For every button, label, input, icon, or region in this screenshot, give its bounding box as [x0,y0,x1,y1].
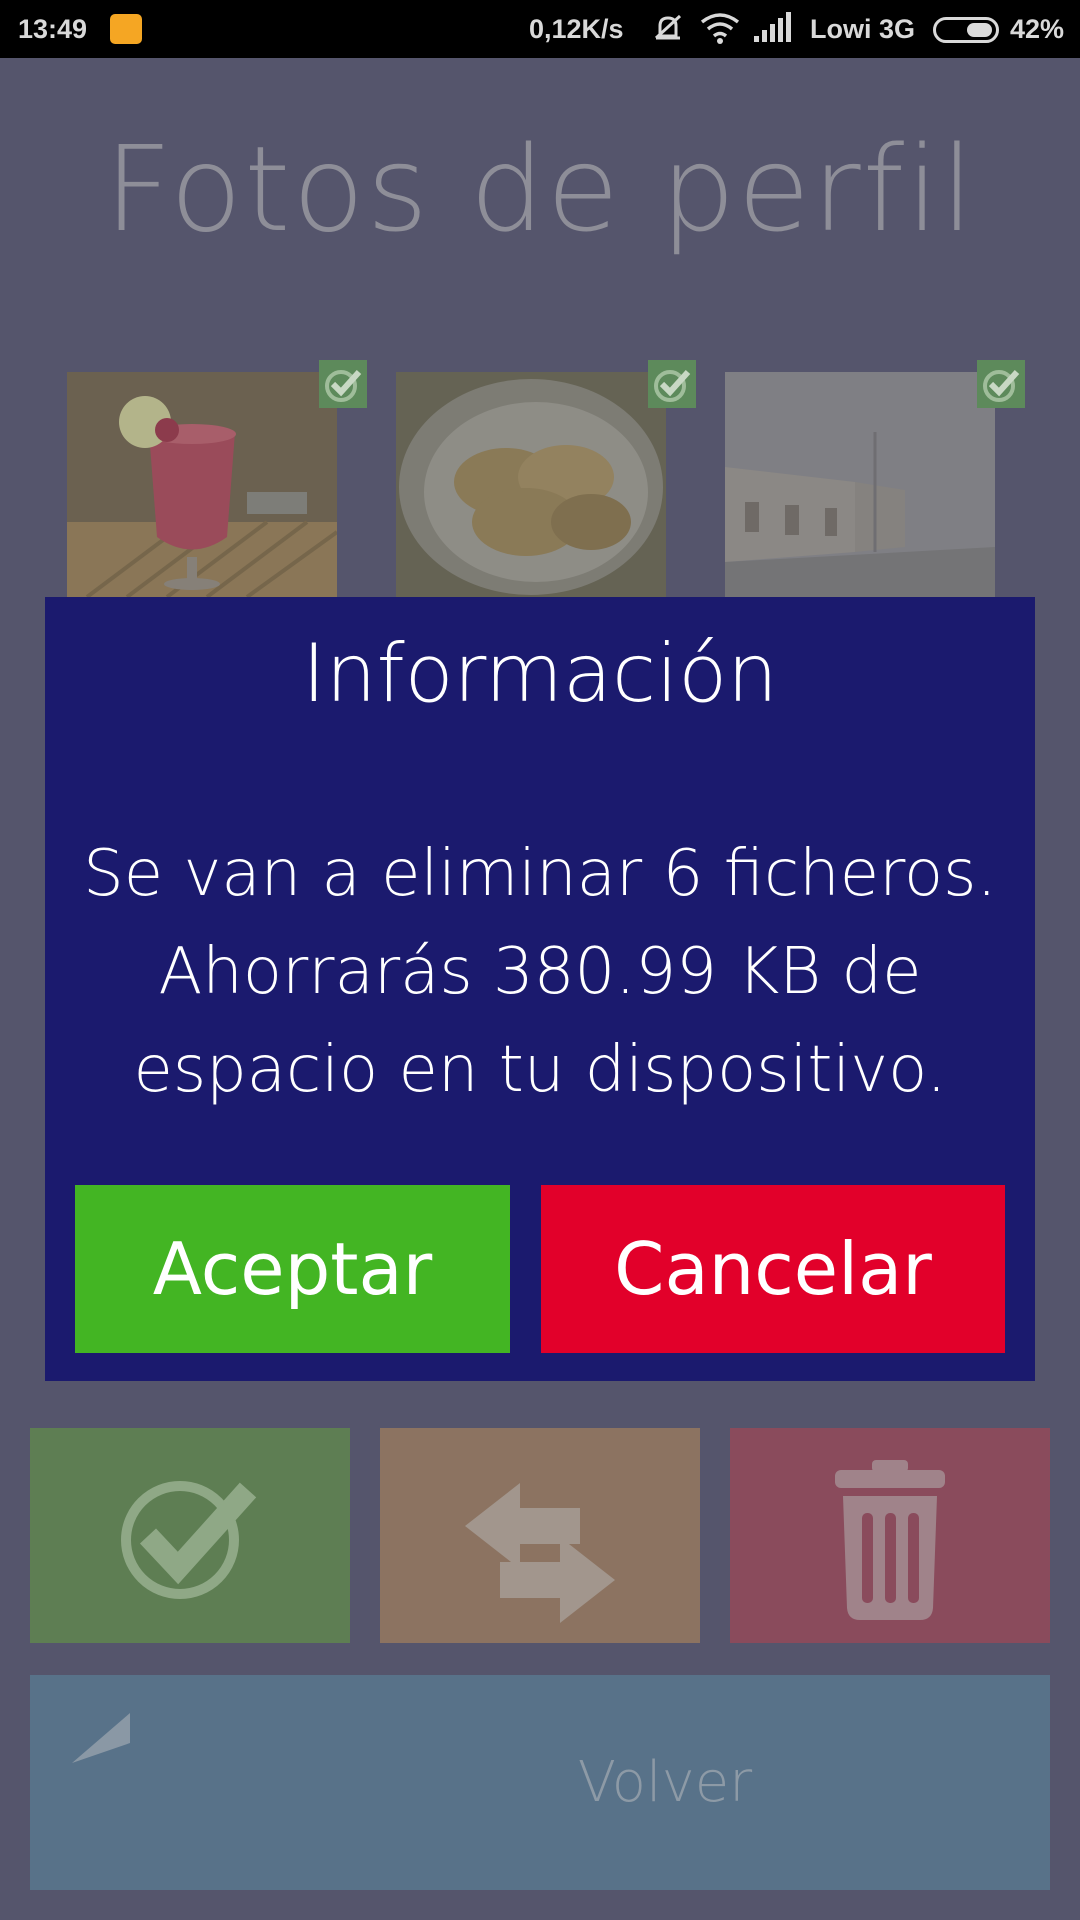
back-label: Volver [577,1750,753,1815]
network-speed: 0,12K/s [529,14,624,44]
battery-percent: 42% [1010,14,1065,44]
signal-icon [754,12,791,42]
delete-button[interactable] [730,1428,1050,1643]
trash-icon [835,1460,945,1620]
photo-thumbnail-cocktail[interactable] [67,372,337,597]
back-arrow-icon [72,1713,130,1763]
dialog-message-line: espacio en tu dispositivo. [133,1033,947,1107]
swap-arrows-icon [465,1483,615,1623]
status-time: 13:49 [18,14,88,44]
dialog-message: Se van a eliminar 6 ficheros. Ahorrarás … [75,825,1005,1119]
battery-icon [933,17,999,43]
swap-button[interactable] [380,1428,700,1643]
photo-thumbnail-street[interactable] [725,372,995,597]
dialog-message-line: Ahorrarás 380.99 KB de [158,935,922,1009]
selected-check-icon[interactable] [648,360,696,408]
info-dialog: Información Se van a eliminar 6 ficheros… [45,597,1035,1381]
carrier-name: Lowi 3G [810,14,916,44]
mute-icon [654,14,682,40]
selected-check-icon[interactable] [319,360,367,408]
selected-check-icon[interactable] [977,360,1025,408]
back-button[interactable]: Volver [30,1675,1050,1890]
accept-button[interactable]: Aceptar [75,1185,510,1353]
cancel-button[interactable]: Cancelar [541,1185,1005,1353]
dialog-title: Información [302,627,778,720]
status-bar: 13:49 0,12K/s Lowi 3G 42% [0,0,1080,58]
dialog-message-line: Se van a eliminar 6 ficheros. [83,837,997,911]
check-circle-icon [121,1481,257,1599]
photo-thumbnail-pancakes[interactable] [396,372,666,597]
wifi-icon [700,13,740,44]
select-all-button[interactable] [30,1428,350,1643]
page-title: Fotos de perfil [104,120,976,258]
notification-icon [110,14,142,44]
